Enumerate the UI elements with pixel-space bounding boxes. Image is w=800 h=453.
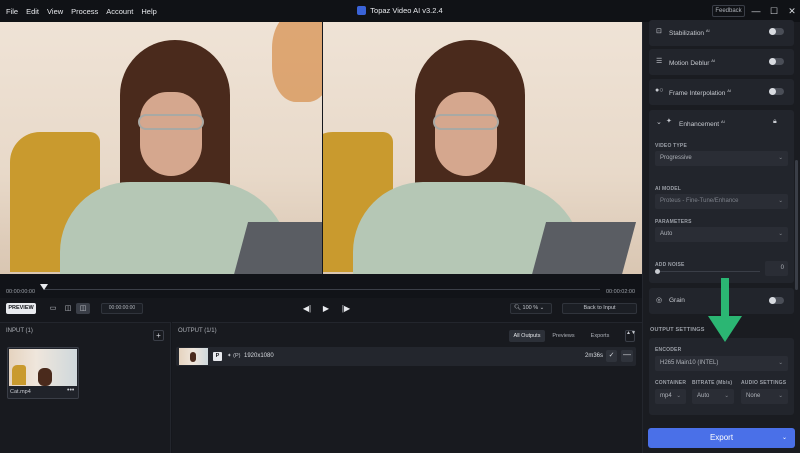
bitrate-label: BITRATE (Mb/s): [692, 380, 733, 386]
parameters-label: PARAMETERS: [655, 219, 692, 225]
timeline-track[interactable]: [44, 289, 600, 290]
output-resolution: 1920x1080: [244, 353, 274, 359]
add-input-button[interactable]: +: [153, 330, 164, 341]
parameters-select[interactable]: Auto ⌄: [655, 227, 788, 242]
enhancement-icon: ✦: [666, 118, 672, 125]
stabilization-icon: ⊡: [656, 28, 662, 35]
app-title-text: Topaz Video AI v3.2.4: [370, 6, 443, 15]
menu-file[interactable]: File: [6, 7, 18, 16]
lock-icon[interactable]: 🔒︎: [773, 118, 777, 126]
zoom-value: 100 %: [522, 305, 539, 311]
enhancement-label: Enhancement AI: [679, 119, 725, 129]
input-title: INPUT (1): [6, 328, 33, 334]
tab-exports[interactable]: Exports: [584, 330, 616, 342]
feedback-button[interactable]: Feedback: [712, 5, 745, 17]
chevron-down-icon: ⌄: [778, 155, 783, 161]
grain-toggle[interactable]: [769, 297, 784, 304]
app-window: File Edit View Process Account Help Topa…: [0, 0, 800, 453]
thumbnail-chair: [12, 365, 26, 385]
timeline-start-time: 00:00:00:00: [6, 289, 36, 295]
chevron-down-icon: ⌄: [778, 231, 783, 237]
frame-interpolation-label: Frame Interpolation AI: [669, 88, 731, 98]
sort-icon[interactable]: ▲▼: [625, 330, 636, 342]
output-model: ✦ (P): [227, 353, 241, 359]
menu-account[interactable]: Account: [106, 7, 133, 16]
menu-edit[interactable]: Edit: [26, 7, 39, 16]
topaz-logo-icon: [357, 5, 367, 15]
close-icon[interactable]: ✕: [785, 4, 799, 18]
playhead-handle[interactable]: [40, 284, 48, 290]
next-frame-icon[interactable]: |▶: [339, 302, 353, 315]
grain-icon: ◎: [656, 297, 663, 304]
maximize-icon[interactable]: ☐: [767, 4, 781, 18]
chevron-down-icon: ⌄: [778, 393, 783, 399]
video-preview-enhanced[interactable]: [323, 22, 642, 274]
zoom-icon: 🔍︎: [514, 305, 521, 311]
chevron-down-icon[interactable]: ⌄: [656, 118, 662, 126]
grain-label: Grain: [669, 297, 685, 304]
video-type-label: VIDEO TYPE: [655, 143, 688, 149]
audio-settings-label: AUDIO SETTINGS: [741, 380, 787, 386]
chevron-down-icon: ⌄: [778, 360, 783, 366]
annotation-arrow-icon: [708, 278, 742, 342]
tab-previews[interactable]: Previews: [547, 330, 580, 342]
encoder-select[interactable]: H265 Main10 (INTEL) ⌄: [655, 356, 788, 371]
preview-badge: P: [213, 352, 222, 361]
container-label: CONTAINER: [655, 380, 687, 386]
add-noise-label: ADD NOISE: [655, 262, 685, 268]
bitrate-select[interactable]: Auto ⌄: [692, 389, 734, 404]
motion-deblur-label: Motion Deblur AI: [669, 58, 716, 68]
chevron-down-icon[interactable]: ⌄: [782, 434, 787, 441]
add-noise-input[interactable]: 0: [765, 261, 788, 276]
add-noise-slider-track[interactable]: [657, 271, 760, 272]
minimize-icon[interactable]: —: [749, 4, 763, 18]
preview-button[interactable]: PREVIEW: [6, 303, 36, 314]
timeline-end-time: 00:00:02:00: [606, 289, 636, 295]
chevron-down-icon: ⌄: [724, 393, 729, 399]
single-view-icon[interactable]: ▭: [46, 303, 60, 314]
title-bar: File Edit View Process Account Help Topa…: [0, 0, 800, 22]
thumbnail-person: [190, 352, 196, 362]
ai-model-select[interactable]: Proteus - Fine-Tune/Enhance ⌄: [655, 194, 788, 209]
audio-select[interactable]: None ⌄: [741, 389, 788, 404]
timecode-input[interactable]: 00:00:00:00: [101, 303, 143, 314]
play-icon[interactable]: ▶: [319, 302, 333, 315]
motion-deblur-icon: ☰: [656, 58, 663, 65]
output-title: OUTPUT (1/1): [178, 328, 217, 334]
remove-output-button[interactable]: —: [621, 350, 633, 362]
frame-interpolation-icon: ●○: [655, 87, 664, 94]
chevron-down-icon: ⌄: [676, 393, 681, 399]
stabilization-toggle[interactable]: [769, 28, 784, 35]
side-by-side-view-icon[interactable]: ◫: [76, 303, 90, 314]
more-options-icon[interactable]: •••: [67, 387, 74, 394]
frame-interpolation-toggle[interactable]: [769, 88, 784, 95]
add-noise-slider-handle[interactable]: [655, 269, 660, 274]
export-button[interactable]: Export: [648, 428, 795, 448]
zoom-select[interactable]: 🔍︎ 100 % ⌄: [510, 303, 552, 314]
ai-model-label: AI MODEL: [655, 186, 682, 192]
chevron-down-icon: ⌄: [539, 305, 545, 311]
encoder-label: ENCODER: [655, 347, 682, 353]
input-file-name: Cat.mp4: [10, 389, 31, 395]
output-settings-title: OUTPUT SETTINGS: [650, 327, 705, 333]
menu-process[interactable]: Process: [71, 7, 98, 16]
menu-view[interactable]: View: [47, 7, 63, 16]
check-icon[interactable]: ✓: [606, 350, 617, 362]
back-to-input-button[interactable]: Back to Input: [562, 303, 637, 314]
settings-scrollbar[interactable]: [795, 160, 798, 290]
chevron-down-icon: ⌄: [778, 198, 783, 204]
video-type-select[interactable]: Progressive ⌄: [655, 151, 788, 166]
menu-help[interactable]: Help: [141, 7, 156, 16]
thumbnail-person: [38, 368, 52, 386]
tab-all-outputs[interactable]: All Outputs: [509, 330, 545, 342]
timeline[interactable]: [0, 274, 642, 298]
stabilization-label: Stabilization AI: [669, 28, 710, 38]
split-view-icon[interactable]: ◫: [61, 303, 75, 314]
output-duration: 2m36s: [585, 353, 604, 359]
container-select[interactable]: mp4 ⌄: [655, 389, 686, 404]
previous-frame-icon[interactable]: ◀|: [300, 302, 314, 315]
motion-deblur-toggle[interactable]: [769, 58, 784, 65]
video-preview-original[interactable]: [0, 22, 322, 274]
